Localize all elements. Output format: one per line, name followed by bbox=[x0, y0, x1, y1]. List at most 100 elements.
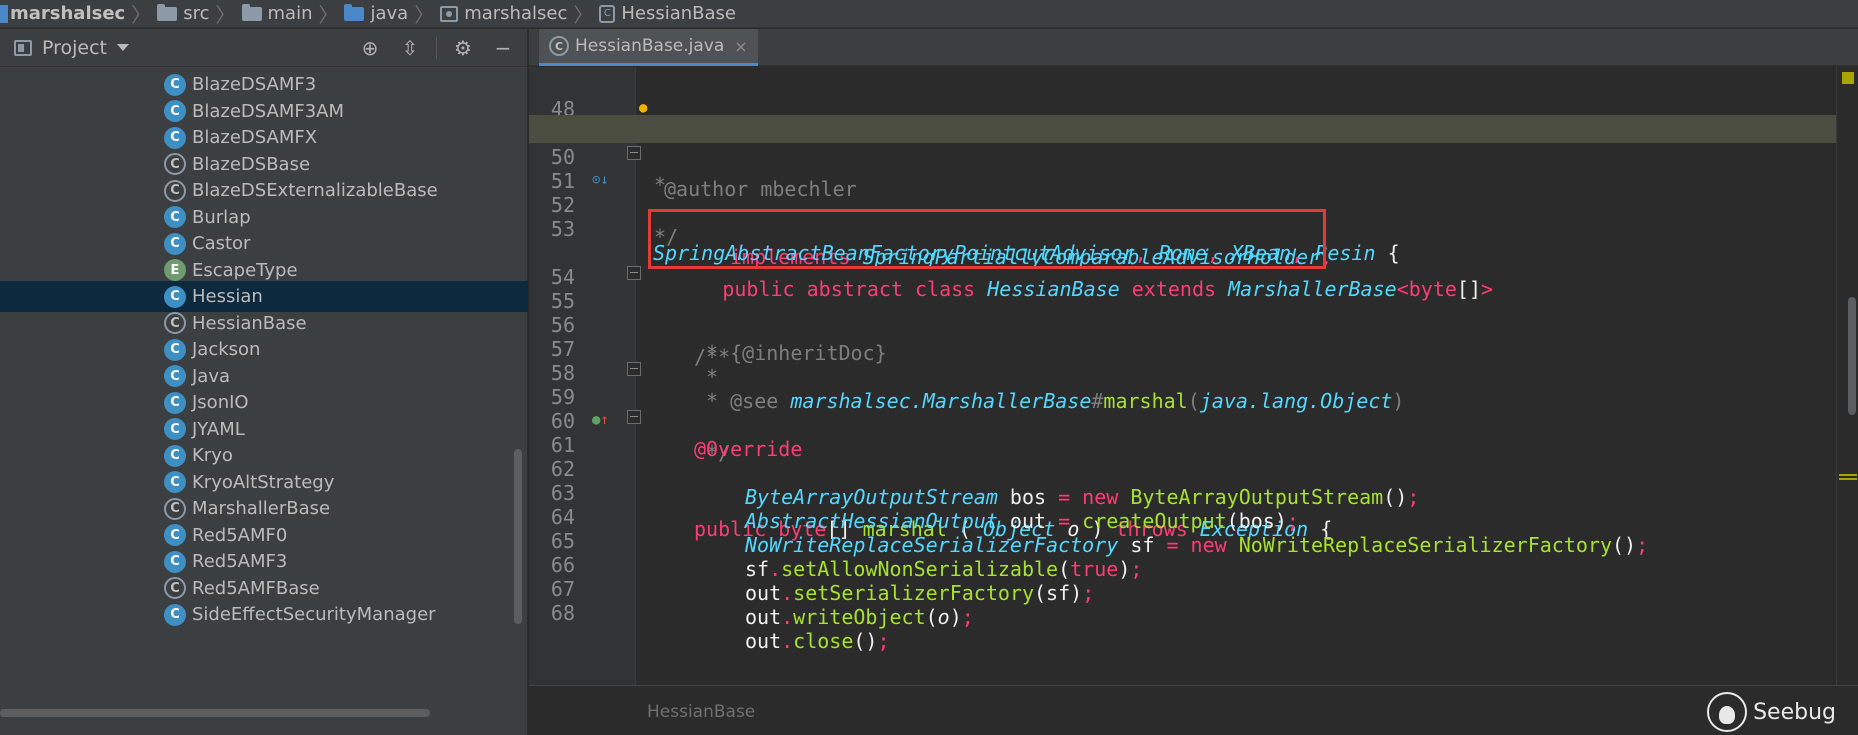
breadcrumb-separator: 〉 bbox=[414, 3, 435, 27]
project-tree: C BlazeDSAMF3 C BlazeDSAMF3AM C BlazeDSAMFX C B… bbox=[0, 69, 528, 709]
breadcrumb-separator: 〉 bbox=[318, 3, 339, 27]
editor-tab-bar: C HessianBase.java × bbox=[529, 29, 1858, 66]
tree-item-label: Red5AMF3 bbox=[192, 551, 288, 572]
project-panel-header: Project ⊕ ⇳ ⚙ − bbox=[0, 29, 527, 67]
abstract-class-icon: C bbox=[164, 577, 186, 599]
watermark-text: Seebug bbox=[1753, 699, 1836, 725]
abstract-class-icon: C bbox=[549, 36, 569, 56]
breadcrumb-label: src bbox=[183, 3, 210, 24]
class-icon: C bbox=[164, 126, 186, 149]
tree-item-label: BlazeDSAMF3 bbox=[192, 74, 317, 95]
class-icon: C bbox=[164, 338, 186, 361]
tree-item-label: EscapeType bbox=[192, 259, 298, 281]
editor: C HessianBase.java × 48 * 49 ● @author m… bbox=[529, 29, 1858, 735]
breadcrumb-item-package[interactable]: marshalsec bbox=[436, 3, 571, 24]
watermark: Seebug bbox=[1707, 692, 1836, 732]
toolbar-divider bbox=[436, 37, 437, 59]
tree-item-label: BlazeDSAMFX bbox=[192, 127, 318, 148]
project-root-icon bbox=[0, 4, 8, 23]
method-call: writeObject bbox=[793, 605, 926, 629]
breadcrumb-separator: 〉 bbox=[131, 3, 152, 27]
collapse-all-icon[interactable]: ⇳ bbox=[396, 34, 424, 62]
breadcrumb-label: HessianBase bbox=[621, 3, 736, 24]
line-number: 68 bbox=[550, 601, 575, 625]
breadcrumb-item-java[interactable]: java bbox=[340, 3, 412, 24]
tree-item-label: Kryo bbox=[192, 445, 233, 466]
tree-item-label: BlazeDSAMF3AM bbox=[192, 100, 345, 122]
warning-marker[interactable] bbox=[1839, 474, 1857, 480]
tree-horizontal-scrollbar[interactable] bbox=[0, 709, 430, 717]
argument: o bbox=[937, 605, 950, 629]
project-panel: Project ⊕ ⇳ ⚙ − C BlazeDSAMF3 C BlazeDSAMF3… bbox=[0, 29, 528, 735]
project-icon bbox=[14, 39, 32, 56]
project-view-selector[interactable]: Project bbox=[42, 37, 107, 59]
class-icon: C bbox=[164, 232, 186, 255]
class-icon: C bbox=[164, 418, 186, 440]
fold-icon[interactable] bbox=[627, 410, 641, 424]
source-folder-icon bbox=[344, 3, 365, 21]
tree-item-label: Hessian bbox=[192, 286, 263, 307]
tree-item-label: BlazeDSBase bbox=[192, 153, 311, 175]
breadcrumb-label: marshalsec bbox=[464, 3, 568, 24]
tree-item-label: SideEffectSecurityManager bbox=[192, 604, 436, 625]
project-panel-toolbar: ⊕ ⇳ ⚙ − bbox=[344, 29, 517, 67]
fold-icon[interactable] bbox=[627, 362, 641, 376]
minimize-icon[interactable]: − bbox=[489, 34, 517, 62]
tree-item-label: Jackson bbox=[192, 339, 261, 360]
tree-item-label: Red5AMFBase bbox=[192, 577, 320, 599]
footer-breadcrumb[interactable]: HessianBase bbox=[647, 702, 755, 722]
fold-icon[interactable] bbox=[627, 266, 641, 280]
abstract-class-icon: C bbox=[164, 153, 186, 175]
class-icon: C bbox=[164, 391, 186, 414]
breadcrumb-item-class[interactable]: C HessianBase bbox=[595, 3, 740, 24]
class-icon: C bbox=[164, 550, 186, 573]
class-icon: C bbox=[164, 365, 186, 387]
tree-item-label: Burlap bbox=[192, 206, 251, 228]
class-icon: C bbox=[164, 524, 186, 546]
breadcrumb-label: marshalsec bbox=[10, 3, 126, 24]
abstract-class-icon: C bbox=[164, 312, 186, 334]
chevron-down-icon[interactable] bbox=[117, 44, 130, 51]
abstract-class-icon: C bbox=[164, 179, 186, 202]
breadcrumb-separator: 〉 bbox=[215, 3, 236, 27]
close-icon[interactable]: × bbox=[734, 37, 747, 56]
tab-label: HessianBase.java bbox=[575, 36, 725, 56]
tree-vertical-scrollbar[interactable] bbox=[514, 449, 522, 624]
breadcrumb-item-src[interactable]: src bbox=[153, 3, 213, 24]
tree-item[interactable]: C SideEffectSecurityManager bbox=[0, 599, 528, 630]
tree-item-label: Castor bbox=[192, 233, 251, 254]
breadcrumb: marshalsec 〉 src 〉 main 〉 java 〉 marshal… bbox=[0, 0, 1858, 28]
class-icon: C bbox=[164, 285, 186, 308]
inspection-status-icon[interactable] bbox=[1842, 72, 1854, 84]
error-stripe bbox=[1836, 67, 1858, 685]
breadcrumb-item-project[interactable]: marshalsec bbox=[0, 3, 129, 24]
class-icon: C bbox=[164, 444, 186, 467]
class-icon: C bbox=[164, 603, 186, 626]
tree-item-label: Red5AMF0 bbox=[192, 524, 288, 546]
editor-vertical-scrollbar[interactable] bbox=[1848, 297, 1856, 415]
tree-item-label: BlazeDSExternalizableBase bbox=[192, 180, 438, 201]
abstract-class-icon: C bbox=[164, 497, 186, 520]
tree-item-label: Java bbox=[192, 365, 231, 387]
class-icon: C bbox=[164, 100, 186, 122]
seebug-logo-icon bbox=[1707, 692, 1748, 732]
tree-item-label: JsonIO bbox=[192, 392, 249, 413]
tab-hessianbase-java[interactable]: C HessianBase.java × bbox=[539, 29, 758, 66]
code-area[interactable]: 48 * 49 ● @author mbechler 50 * 51 */ 52… bbox=[529, 67, 1858, 685]
class-icon: C bbox=[164, 73, 186, 96]
breadcrumb-item-main[interactable]: main bbox=[238, 3, 317, 24]
breadcrumb-label: main bbox=[267, 3, 313, 24]
gear-icon[interactable]: ⚙ bbox=[449, 34, 477, 62]
locate-icon[interactable]: ⊕ bbox=[356, 34, 384, 62]
abstract-class-icon: C bbox=[599, 4, 616, 23]
variable: out bbox=[745, 629, 782, 653]
tree-item-label: MarshallerBase bbox=[192, 498, 331, 519]
variable: out bbox=[745, 605, 782, 629]
tree-item-label: HessianBase bbox=[192, 312, 307, 334]
breadcrumb-label: java bbox=[370, 3, 409, 24]
folder-icon bbox=[241, 3, 262, 21]
fold-icon[interactable] bbox=[627, 146, 641, 160]
tree-item-label: KryoAltStrategy bbox=[192, 471, 335, 493]
class-icon: C bbox=[164, 206, 186, 228]
code-line: 68 out.close(); bbox=[529, 571, 1858, 653]
